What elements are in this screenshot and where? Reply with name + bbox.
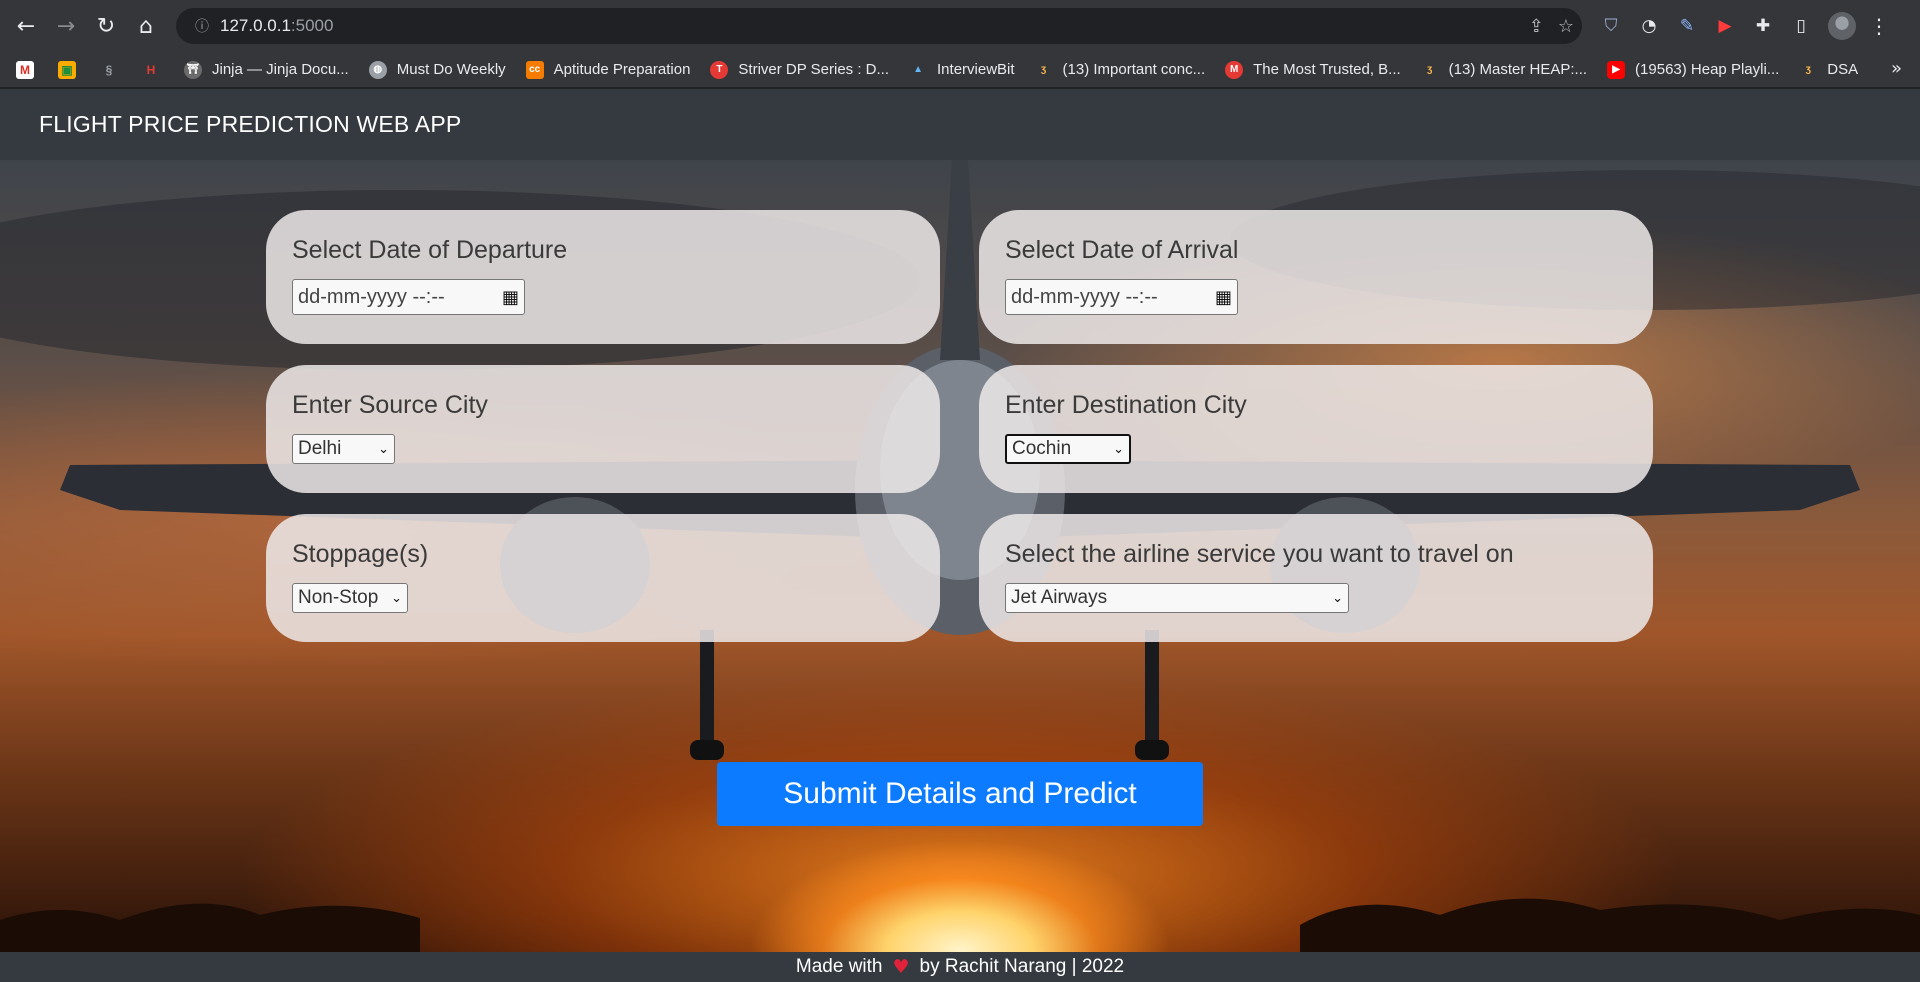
- address-bar[interactable]: ⓘ 127.0.0.1:5000 ⇪ ☆: [176, 8, 1582, 44]
- bookmark-item[interactable]: M The Most Trusted, B...: [1225, 60, 1401, 79]
- sync-icon[interactable]: §: [100, 61, 118, 79]
- stoppage-select[interactable]: Non-Stop ⌄: [292, 583, 408, 613]
- bookmark-item[interactable]: ʒ (13) Important conc...: [1035, 61, 1205, 79]
- airline-label: Select the airline service you want to t…: [1005, 540, 1514, 568]
- bookmarks-bar: M ▣ § H ⛩ Jinja — Jinja Docu... ◍ Must Do …: [0, 52, 1920, 88]
- arrival-label: Select Date of Arrival: [1005, 236, 1239, 264]
- chevron-down-icon: ⌄: [378, 441, 389, 457]
- bookmark-item[interactable]: cc Aptitude Preparation: [525, 60, 690, 79]
- arrival-date-input[interactable]: dd-mm-yyyy --:-- ▦: [1005, 279, 1238, 315]
- app-brand[interactable]: FLIGHT PRICE PREDICTION WEB APP: [39, 111, 461, 138]
- eyedropper-extension-icon[interactable]: ✎: [1672, 11, 1702, 41]
- video-extension-icon[interactable]: ▶: [1710, 11, 1740, 41]
- source-value: Delhi: [298, 438, 342, 459]
- calendar-icon[interactable]: ▦: [1215, 287, 1232, 308]
- site-info-icon[interactable]: ⓘ: [184, 16, 220, 36]
- bookmark-item[interactable]: ʒ (13) Master HEAP:...: [1421, 61, 1587, 79]
- stoppage-card: Stoppage(s) Non-Stop ⌄: [266, 514, 940, 642]
- destination-city-select[interactable]: Cochin ⌄: [1005, 434, 1131, 464]
- source-card: Enter Source City Delhi ⌄: [266, 365, 940, 493]
- destination-label: Enter Destination City: [1005, 391, 1247, 419]
- app-navbar: FLIGHT PRICE PREDICTION WEB APP: [0, 89, 1920, 160]
- calendar-icon[interactable]: ▦: [502, 287, 519, 308]
- bookmark-item[interactable]: ▶ (19563) Heap Playli...: [1607, 60, 1779, 79]
- departure-placeholder: dd-mm-yyyy --:--: [298, 285, 445, 308]
- stoppage-value: Non-Stop: [298, 587, 379, 608]
- airline-value: Jet Airways: [1011, 587, 1108, 608]
- profile-avatar[interactable]: [1828, 12, 1856, 40]
- bookmark-star-icon[interactable]: ☆: [1558, 16, 1574, 37]
- tracker-extension-icon[interactable]: ◔: [1634, 11, 1664, 41]
- web-page: FLIGHT PRICE PREDICTION WEB APP Select D…: [0, 89, 1920, 982]
- hero-background: Select Date of Departure dd-mm-yyyy --:-…: [0, 160, 1920, 952]
- submit-button[interactable]: Submit Details and Predict: [717, 762, 1203, 826]
- globe-icon: ◍: [368, 60, 387, 79]
- footer-prefix: Made with: [795, 956, 883, 977]
- chevron-down-icon: ⌄: [391, 590, 402, 606]
- bookmark-item[interactable]: T Striver DP Series : D...: [710, 60, 889, 79]
- tuf-icon: T: [710, 60, 729, 79]
- m-icon: M: [1225, 60, 1244, 79]
- bookmark-item[interactable]: ◍ Must Do Weekly: [368, 60, 506, 79]
- gmail-icon[interactable]: M: [16, 60, 34, 79]
- bookmark-item[interactable]: ▲ InterviewBit: [909, 61, 1014, 79]
- heart-icon: ♥: [892, 956, 910, 978]
- bookmark-item[interactable]: ʒ DSA: [1799, 61, 1858, 79]
- kebab-menu-icon[interactable]: ⋮: [1864, 11, 1894, 41]
- more-bookmarks-icon[interactable]: »: [1891, 58, 1902, 79]
- url-text[interactable]: 127.0.0.1:5000: [220, 16, 333, 36]
- arrival-card: Select Date of Arrival dd-mm-yyyy --:-- …: [979, 210, 1653, 344]
- departure-label: Select Date of Departure: [292, 236, 568, 264]
- share-icon[interactable]: ⇪: [1529, 16, 1544, 37]
- shield-extension-icon[interactable]: ⛉: [1596, 11, 1626, 41]
- browser-toolbar: ← → ↻ ⌂ ⓘ 127.0.0.1:5000 ⇪ ☆ ⛉ ◔ ✎ ▶ ✚ ▯…: [0, 0, 1920, 52]
- jinja-icon: ⛩: [184, 60, 202, 79]
- source-label: Enter Source City: [292, 391, 488, 419]
- hackerrank-icon[interactable]: H: [142, 61, 160, 79]
- arrival-placeholder: dd-mm-yyyy --:--: [1011, 285, 1158, 308]
- airline-select[interactable]: Jet Airways ⌄: [1005, 583, 1349, 613]
- home-icon[interactable]: ⌂: [126, 6, 166, 46]
- extensions-puzzle-icon[interactable]: ✚: [1748, 11, 1778, 41]
- airline-card: Select the airline service you want to t…: [979, 514, 1653, 642]
- forward-arrow-icon[interactable]: →: [46, 6, 86, 46]
- codestudio-icon: ʒ: [1805, 64, 1811, 75]
- destination-value: Cochin: [1012, 438, 1072, 459]
- stoppage-label: Stoppage(s): [292, 540, 429, 568]
- back-arrow-icon[interactable]: ←: [6, 6, 46, 46]
- extensions-area: ⛉ ◔ ✎ ▶ ✚ ▯ ⋮: [1596, 6, 1894, 46]
- chevron-down-icon: ⌄: [1113, 441, 1124, 457]
- cc-icon: cc: [525, 60, 544, 79]
- side-panel-icon[interactable]: ▯: [1786, 11, 1816, 41]
- chevron-down-icon: ⌄: [1332, 590, 1343, 606]
- departure-date-input[interactable]: dd-mm-yyyy --:-- ▦: [292, 279, 525, 315]
- omnibox-actions: ⇪ ☆: [1529, 8, 1574, 44]
- youtube-icon: ▶: [1607, 60, 1626, 79]
- bookmark-item[interactable]: ⛩ Jinja — Jinja Docu...: [184, 60, 349, 79]
- departure-card: Select Date of Departure dd-mm-yyyy --:-…: [266, 210, 940, 344]
- codestudio-icon: ʒ: [1427, 64, 1433, 75]
- page-footer: Made with ♥ by Rachit Narang | 2022: [0, 952, 1920, 982]
- reload-icon[interactable]: ↻: [86, 6, 126, 46]
- interviewbit-icon: ▲: [913, 64, 923, 75]
- destination-card: Enter Destination City Cochin ⌄: [979, 365, 1653, 493]
- codestudio-icon: ʒ: [1040, 64, 1047, 75]
- source-city-select[interactable]: Delhi ⌄: [292, 434, 395, 464]
- photos-icon[interactable]: ▣: [58, 60, 76, 79]
- footer-suffix: by Rachit Narang | 2022: [919, 956, 1125, 977]
